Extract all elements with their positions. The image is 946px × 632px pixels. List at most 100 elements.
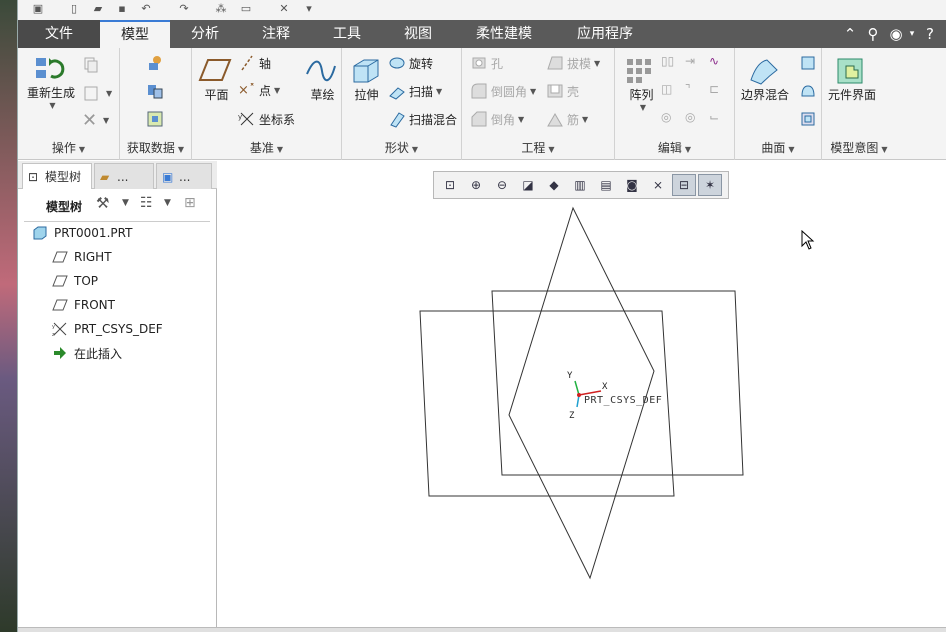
intersect-icon[interactable]: ⊏ [709, 82, 719, 96]
open-folder-icon[interactable]: ▰ [90, 1, 106, 15]
new-file-icon[interactable]: ▯ [66, 1, 82, 15]
mirror-icon[interactable]: ▯▯ [661, 54, 674, 68]
extrude-button[interactable]: 拉伸 [348, 56, 385, 103]
group-label-edit[interactable]: 编辑 ▼ [615, 139, 734, 156]
swept-blend-button[interactable]: 扫描混合 [388, 110, 457, 128]
undo-icon[interactable]: ↶ [138, 1, 154, 15]
show-settings-caret-icon[interactable]: ▼ [164, 198, 171, 208]
tree-separator [24, 221, 210, 222]
group-label-model-intent[interactable]: 模型意图 ▼ [822, 139, 896, 156]
paste-icon [84, 86, 98, 101]
shrinkwrap-button[interactable] [146, 110, 167, 128]
tree-item-insert-here[interactable]: 在此插入 [52, 343, 122, 363]
save-icon[interactable]: ▪ [114, 1, 130, 15]
group-label-shape[interactable]: 形状 ▼ [342, 139, 461, 156]
group-operations: 重新生成 ▼ ▼ ✕ ▼ 操作 ▼ [18, 48, 120, 160]
help-icon[interactable]: ? [920, 24, 940, 44]
group-label-surface[interactable]: 曲面 ▼ [735, 139, 821, 156]
pattern-button[interactable]: 阵列 ▼ [623, 56, 660, 112]
tab-tools[interactable]: 工具 [312, 20, 382, 48]
tab-analysis[interactable]: 分析 [170, 20, 240, 48]
trim-icon[interactable]: ⌝ [685, 82, 691, 96]
csys-axis-x-label: X [602, 382, 608, 392]
tree-item-part[interactable]: PRT0001.PRT [32, 223, 132, 243]
delete-button[interactable]: ✕ ▼ [82, 110, 109, 131]
freestyle-surface-icon[interactable] [799, 110, 820, 128]
group-model-intent: 元件界面 模型意图 ▼ [822, 48, 890, 160]
tab-file[interactable]: 文件 [18, 20, 100, 48]
boundary-blend-button[interactable]: 边界混合 [741, 56, 789, 103]
datum-plane-right[interactable] [508, 206, 655, 580]
regenerate-button[interactable]: 重新生成 ▼ [26, 54, 76, 110]
sweep-button[interactable]: 扫描 ▼ [388, 82, 442, 100]
shrinkwrap-icon [147, 111, 163, 127]
group-label-operations[interactable]: 操作 ▼ [18, 139, 119, 156]
point-button[interactable]: ×˟ 点 ▼ [238, 82, 280, 99]
show-settings-icon[interactable]: ☷ [140, 195, 153, 211]
plane-button[interactable]: 平面 [198, 56, 235, 103]
revolve-button[interactable]: 旋转 [388, 54, 433, 72]
model-tree-menu-label[interactable]: 模型树 [46, 198, 82, 215]
chamfer-icon [471, 111, 487, 127]
group-label-get-data[interactable]: 获取数据 ▼ [120, 139, 191, 156]
tree-item-top[interactable]: TOP [52, 271, 98, 291]
tab-model[interactable]: 模型 [100, 20, 170, 48]
windows-icon[interactable]: ▭ [238, 1, 254, 15]
group-label-engineering[interactable]: 工程 ▼ [462, 139, 614, 156]
project-icon[interactable]: ∿ [709, 54, 719, 68]
csys-axis-z-label: Z [569, 411, 575, 421]
ribbon-tab-bar: 文件 模型 分析 注释 工具 视图 柔性建模 应用程序 ⌃ ⚲ ◉ ▾ ? [18, 20, 946, 48]
close-window-icon[interactable]: ✕ [276, 1, 292, 15]
revolve-icon [389, 57, 405, 69]
tree-tools-caret-icon[interactable]: ▼ [122, 198, 129, 208]
tree-item-right[interactable]: RIGHT [52, 247, 112, 267]
redo-icon[interactable]: ↷ [176, 1, 192, 15]
datum-plane-top[interactable] [491, 290, 744, 476]
rib-button[interactable]: 筋 ▼ [546, 110, 588, 128]
hole-button[interactable]: 孔 [470, 54, 503, 72]
group-get-data: 获取数据 ▼ [120, 48, 192, 160]
minimize-ribbon-icon[interactable]: ⌃ [840, 24, 860, 44]
tree-item-front[interactable]: FRONT [52, 295, 115, 315]
user-defined-feature-button[interactable] [146, 54, 167, 72]
offset-icon[interactable]: ◫ [661, 82, 672, 96]
dropdown-caret-icon[interactable]: ▾ [902, 24, 922, 44]
extend-icon[interactable]: ⇥ [685, 54, 695, 68]
tab-applications[interactable]: 应用程序 [554, 20, 656, 48]
graphics-window[interactable]: ⊡ ⊕ ⊖ ◪ ◆ ▥ ▤ ◙ ⨯ ⊟ ✶ X Y Z PRT_CSYS_DEF [218, 161, 946, 627]
tab-flexible-modeling[interactable]: 柔性建模 [454, 20, 554, 48]
tab-model-tree[interactable]: ⊡ 模型树 [22, 163, 92, 189]
search-icon[interactable]: ⚲ [863, 24, 883, 44]
tab-favorites[interactable]: ▣ ... [156, 163, 212, 189]
thicken-icon[interactable]: ◎ [685, 110, 695, 124]
fill-surface-icon[interactable] [799, 54, 820, 72]
round-button[interactable]: 倒圆角 ▼ [470, 82, 536, 100]
tree-filter-icon[interactable]: ⊞ [184, 195, 196, 211]
tab-view[interactable]: 视图 [382, 20, 454, 48]
tab-folder-browser[interactable]: ▰ ... [94, 163, 154, 189]
merge-icon[interactable]: ◎ [661, 110, 671, 124]
draft-button[interactable]: 拔模 ▼ [546, 54, 600, 72]
customize-toolbar-icon[interactable]: ▾ [301, 1, 317, 15]
tab-annotate[interactable]: 注释 [240, 20, 312, 48]
sketch-label: 草绘 [310, 88, 335, 102]
sketch-button[interactable]: 草绘 [304, 56, 341, 103]
axis-button[interactable]: 轴 [238, 54, 271, 72]
style-surface-icon[interactable] [799, 82, 820, 100]
shell-button[interactable]: 壳 [546, 82, 579, 100]
csys-icon: yz [52, 322, 67, 336]
hole-icon [472, 57, 486, 69]
coordinate-system-button[interactable]: y 坐标系 [238, 110, 295, 128]
svg-text:y: y [52, 324, 55, 330]
copy-geometry-button[interactable] [146, 82, 167, 100]
chamfer-button[interactable]: 倒角 ▼ [470, 110, 524, 128]
regenerate-small-icon[interactable]: ⁂ [213, 1, 229, 15]
group-label-datum[interactable]: 基准 ▼ [192, 139, 341, 156]
component-interface-button[interactable]: 元件界面 [828, 56, 876, 103]
tree-item-csys[interactable]: yz PRT_CSYS_DEF [52, 319, 163, 339]
paste-button[interactable]: ▼ [82, 84, 112, 102]
status-bar-edge [18, 627, 946, 632]
solidify-icon[interactable]: ⌙ [709, 110, 719, 124]
copy-button[interactable] [82, 56, 103, 74]
tree-tools-icon[interactable]: ⚒ [96, 194, 109, 212]
